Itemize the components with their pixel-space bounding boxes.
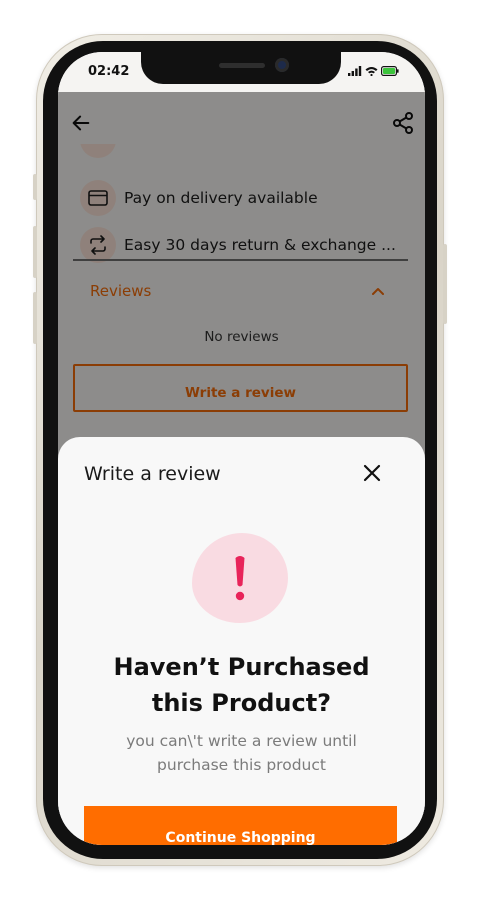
status-icons [348,66,399,76]
close-icon[interactable] [363,464,381,482]
sheet-message-line2: purchase this product [157,756,326,774]
power-button [443,244,447,324]
phone-notch [141,52,341,84]
signal-icon [348,66,362,76]
phone-screen: 02:42 Pay on delivery available Easy 30 … [58,52,425,845]
volume-up-button [33,226,37,278]
wifi-icon [365,67,378,76]
continue-shopping-button[interactable]: Continue Shopping [84,806,397,845]
battery-icon [381,66,399,76]
camera-icon [275,58,289,72]
review-bottom-sheet: Write a review Haven’t Purchased this Pr… [58,437,425,845]
alert-illustration [192,533,288,623]
speaker-grille [219,63,265,68]
mute-switch [33,174,37,200]
exclamation-icon [235,556,245,601]
sheet-title: Write a review [84,463,221,485]
status-time: 02:42 [88,64,130,79]
product-page: Pay on delivery available Easy 30 days r… [58,92,425,845]
sheet-message-line1: you can\'t write a review until [126,732,357,750]
sheet-heading-line2: this Product? [151,689,332,717]
volume-down-button [33,292,37,344]
sheet-heading: Haven’t Purchased this Product? [78,649,405,721]
sheet-heading-line1: Haven’t Purchased [113,653,370,681]
sheet-message: you can\'t write a review until purchase… [98,729,385,777]
